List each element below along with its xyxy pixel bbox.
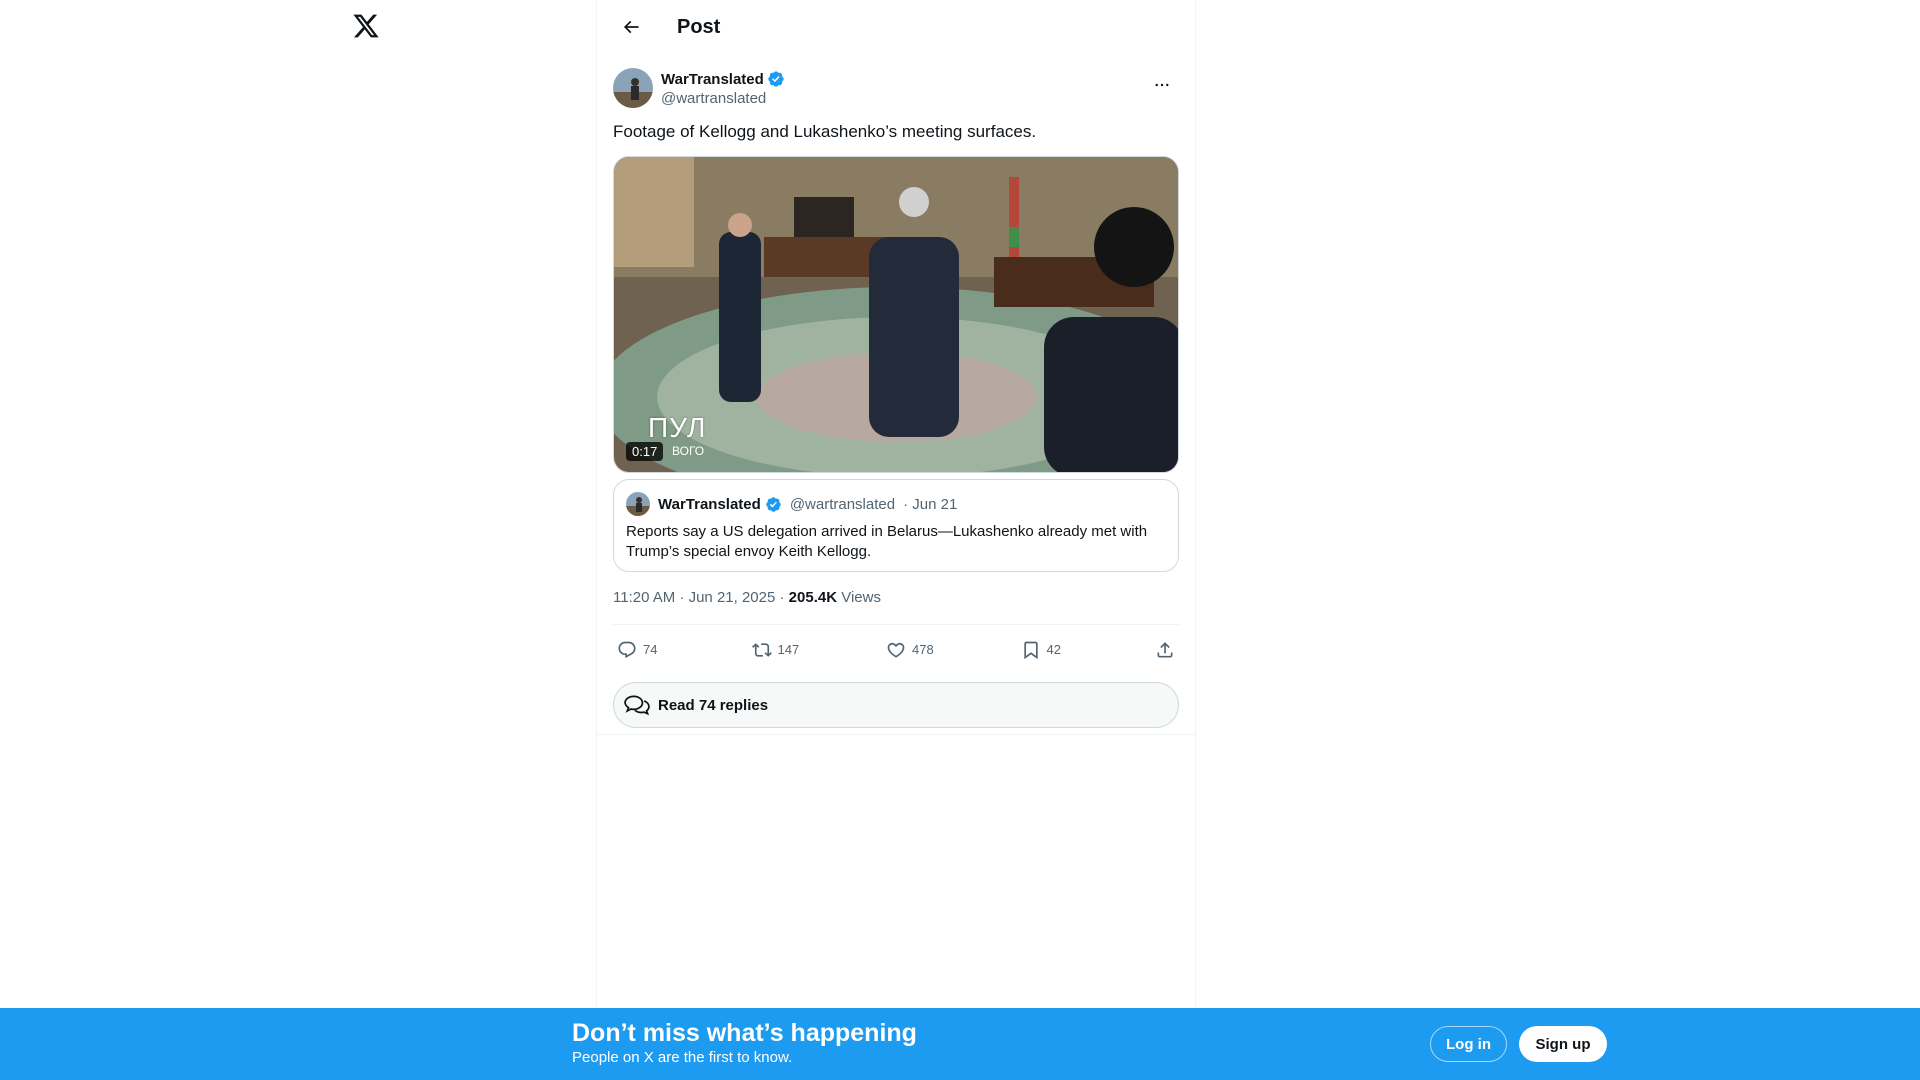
reply-button[interactable]: 74 [617, 640, 752, 660]
video-overlay-text: ПУЛ [648, 412, 707, 443]
post-timestamp[interactable]: 11:20 AM · Jun 21, 2025 · [613, 589, 789, 606]
read-replies-label: Read 74 replies [658, 696, 769, 714]
quote-author-name: WarTranslated [658, 495, 761, 513]
chat-bubbles-icon [624, 695, 650, 716]
share-icon [1157, 641, 1173, 657]
video-duration-badge: 0:17 [626, 442, 664, 461]
quote-author-handle: @wartranslated [789, 495, 896, 513]
share-button[interactable] [1155, 640, 1175, 660]
post-text: Footage of Kellogg and Lukashenko’s meet… [613, 122, 1037, 141]
quote-text: Reports say a US delegation arrived in B… [626, 523, 1148, 560]
banner-text: Don’t miss what’s happening People on X … [572, 1018, 917, 1068]
post-actions: 74 147 478 42 [613, 624, 1179, 674]
like-button[interactable]: 478 [886, 640, 1021, 660]
repost-icon [751, 642, 772, 657]
divider [597, 734, 1195, 735]
like-count: 478 [912, 642, 934, 657]
video-overlay-subtext: ВОГО [672, 444, 705, 458]
read-replies-button[interactable]: Read 74 replies [613, 682, 1179, 728]
page-title: Post [677, 15, 721, 38]
verified-badge-icon [768, 71, 784, 87]
signup-banner: Don’t miss what’s happening People on X … [0, 1008, 1920, 1080]
views-count: 205.4K [788, 589, 838, 606]
reply-icon [618, 641, 636, 658]
author-name[interactable]: WarTranslated [661, 71, 764, 88]
x-logo-icon[interactable] [352, 12, 384, 44]
author-info: WarTranslated @wartranslated [661, 70, 785, 107]
author-row: WarTranslated @wartranslated [613, 64, 1179, 114]
bookmark-button[interactable]: 42 [1021, 640, 1156, 660]
video-player[interactable]: ПУЛ ВОГО 0:17 [613, 156, 1179, 473]
bookmark-count: 42 [1046, 642, 1061, 657]
login-button[interactable]: Log in [1430, 1026, 1507, 1062]
more-horizontal-icon [1155, 83, 1169, 87]
quoted-post[interactable]: WarTranslated @wartranslated · Jun 21 Re… [613, 479, 1179, 572]
arrow-left-icon [623, 20, 639, 34]
repost-button[interactable]: 147 [751, 640, 887, 660]
post: WarTranslated @wartranslated Footage of … [597, 64, 1195, 728]
more-options-button[interactable] [1145, 68, 1179, 102]
repost-count: 147 [777, 642, 800, 657]
avatar[interactable] [613, 68, 653, 108]
banner-subtitle: People on X are the first to know. [572, 1049, 793, 1066]
views-label: Views [837, 589, 881, 606]
quote-date: · Jun 21 [903, 495, 958, 513]
banner-title: Don’t miss what’s happening [572, 1019, 917, 1047]
page-header: Post [597, 0, 1195, 54]
author-handle[interactable]: @wartranslated [661, 90, 785, 107]
heart-icon [887, 642, 905, 658]
post-meta: 11:20 AM · Jun 21, 2025 · 205.4K Views [613, 589, 1179, 609]
verified-badge-icon [766, 496, 781, 512]
reply-count: 74 [643, 642, 658, 657]
bookmark-icon [1023, 641, 1038, 659]
signup-button[interactable]: Sign up [1519, 1026, 1607, 1062]
quote-avatar [626, 492, 650, 516]
main-column: Post WarTranslated @wartranslated Footag… [596, 0, 1196, 1008]
back-button[interactable] [613, 9, 649, 45]
quote-header: WarTranslated @wartranslated · Jun 21 [626, 492, 1166, 516]
